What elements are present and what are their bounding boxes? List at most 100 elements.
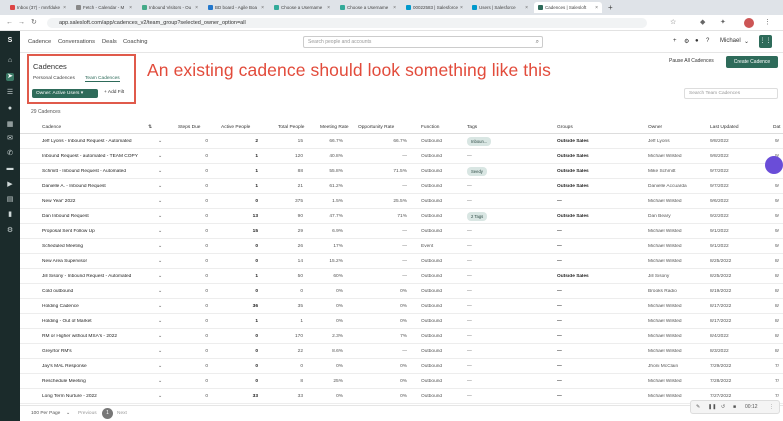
nav-conversations[interactable]: Conversations — [58, 39, 95, 45]
settings-icon[interactable]: ⚙ — [6, 227, 14, 235]
salesloft-logo-icon[interactable]: S — [6, 37, 14, 45]
global-search-input[interactable]: Search people and accounts ⌕ — [303, 36, 543, 48]
list-icon[interactable]: ☰ — [6, 89, 14, 97]
col-owner[interactable]: Owner — [648, 125, 662, 130]
nav-deals[interactable]: Deals — [102, 39, 117, 45]
col-last-updated[interactable]: Last Updated — [710, 125, 739, 130]
col-tags[interactable]: Tags — [467, 125, 477, 130]
col-groups[interactable]: Groups — [557, 125, 573, 130]
table-row[interactable]: Reschedule Meeting 0 0 8 25% 0% Outbound — Micha… — [20, 375, 783, 389]
table-row[interactable]: Inbound Request - automated - TEAM COPY 0… — [20, 150, 783, 164]
url-field[interactable]: app.salesloft.com/app/cadences_v2/team_g… — [47, 18, 647, 28]
row-chevron-down-icon[interactable]: ⌄ — [158, 169, 162, 174]
profile-avatar[interactable] — [744, 18, 754, 28]
create-cadence-button[interactable]: Create Cadence — [726, 56, 778, 68]
pause-all-cadences-button[interactable]: Pause All Cadences — [669, 58, 714, 64]
menu-icon[interactable]: ⋮ — [764, 19, 771, 27]
email-icon[interactable]: ✉ — [6, 135, 14, 143]
row-chevron-down-icon[interactable]: ⌄ — [158, 364, 162, 369]
row-chevron-down-icon[interactable]: ⌄ — [158, 184, 162, 189]
restart-icon[interactable]: ↺ — [721, 401, 725, 413]
table-row[interactable]: Cold outbound 0 0 0 0% 0% Outbound — Brooks Radi… — [20, 285, 783, 299]
cell-name[interactable]: New Year' 2022 — [42, 199, 147, 204]
row-chevron-down-icon[interactable]: ⌄ — [158, 214, 162, 219]
close-icon[interactable]: × — [129, 5, 132, 11]
close-icon[interactable]: × — [63, 5, 66, 11]
cadence-icon[interactable]: ➤ — [6, 73, 14, 81]
row-chevron-down-icon[interactable]: ⌄ — [158, 289, 162, 294]
col-active-people[interactable]: Active People — [221, 125, 250, 130]
cell-name[interactable]: Dan Inbound Request — [42, 214, 147, 219]
per-page-select[interactable]: 100 Per Page — [31, 411, 60, 416]
row-chevron-down-icon[interactable]: ⌄ — [158, 319, 162, 324]
table-row[interactable]: Jill Sisony - Inbound Request - Automate… — [20, 270, 783, 284]
app-grid-icon[interactable]: ⋮⋮ — [759, 35, 772, 48]
cell-name[interactable]: Cold outbound — [42, 289, 147, 294]
back-icon[interactable]: ← — [6, 19, 13, 27]
close-icon[interactable]: × — [327, 5, 330, 11]
pencil-icon[interactable]: ✎ — [696, 401, 700, 413]
row-chevron-down-icon[interactable]: ⌄ — [158, 139, 162, 144]
browser-tab[interactable]: Choose a Username × — [270, 2, 334, 13]
cell-name[interactable]: Schmitt - Inbound Request - Automated — [42, 169, 147, 174]
close-icon[interactable]: × — [195, 5, 198, 11]
row-chevron-down-icon[interactable]: ⌄ — [158, 394, 162, 399]
row-chevron-down-icon[interactable]: ⌄ — [158, 229, 162, 234]
puzzle-icon[interactable]: ✦ — [720, 19, 726, 27]
tag-pill[interactable]: Inboun... — [467, 137, 492, 146]
new-tab-button[interactable]: + — [604, 2, 614, 13]
row-chevron-down-icon[interactable]: ⌄ — [158, 154, 162, 159]
search-team-cadences-input[interactable]: Search Team Cadences — [684, 88, 778, 99]
page-1-button[interactable]: 1 — [102, 408, 113, 419]
browser-tab-active[interactable]: Cadences | Salesloft × — [534, 2, 602, 13]
cell-name[interactable]: Danielle A. - Inbound Request — [42, 184, 147, 189]
accounts-icon[interactable]: ▦ — [6, 121, 14, 129]
cell-name[interactable]: New Area Supervisor — [42, 259, 147, 264]
tag-pill[interactable]: Seedy — [467, 167, 487, 176]
cell-name[interactable]: Jeff Lyons - Inbound Request - Automated — [42, 139, 147, 144]
people-icon[interactable]: ● — [6, 105, 14, 113]
cell-name[interactable]: Scheduled Meeting — [42, 244, 147, 249]
browser-tab[interactable]: 00022583 | Salesforce × — [402, 2, 466, 13]
pause-icon[interactable]: ❚❚ — [708, 401, 716, 413]
nav-cadence[interactable]: Cadence — [28, 39, 51, 45]
cell-name[interactable]: Jay's MAL Response — [42, 364, 147, 369]
col-function[interactable]: Function — [421, 125, 439, 130]
cell-name[interactable]: RM or Higher without MSA's - 2022 — [42, 334, 147, 339]
cell-name[interactable]: Inbound Request - automated - TEAM COPY — [42, 154, 147, 159]
gear-icon[interactable]: ⚙ — [684, 38, 689, 45]
phone-icon[interactable]: ✆ — [6, 150, 14, 158]
table-row[interactable]: Holding Cadence 0 36 35 0% 0% Outbound — Michael… — [20, 300, 783, 314]
cell-name[interactable]: Jill Sisony - Inbound Request - Automate… — [42, 274, 147, 279]
cell-name[interactable]: Holding Cadence — [42, 304, 147, 309]
table-row[interactable]: Greyrtor RM's 0 0 22 8.6% — Outbound — Michael W… — [20, 345, 783, 359]
add-icon[interactable]: + — [673, 38, 677, 44]
col-steps-due[interactable]: Steps Due — [178, 125, 200, 130]
row-chevron-down-icon[interactable]: ⌄ — [158, 349, 162, 354]
row-chevron-down-icon[interactable]: ⌄ — [158, 199, 162, 204]
cell-name[interactable]: Greyrtor RM's — [42, 349, 147, 354]
close-icon[interactable]: × — [261, 5, 264, 11]
close-icon[interactable]: × — [525, 5, 528, 11]
home-icon[interactable]: ⌂ — [6, 57, 14, 65]
analytics-icon[interactable]: ▮ — [6, 211, 14, 219]
browser-tab[interactable]: Inbound Visitors - Ou × — [138, 2, 202, 13]
row-chevron-down-icon[interactable]: ⌄ — [158, 379, 162, 384]
chevron-down-icon[interactable]: ⌄ — [744, 38, 749, 45]
user-menu[interactable]: Michael — [720, 38, 741, 44]
col-cadence[interactable]: Cadence — [42, 125, 61, 130]
tag-pill[interactable]: 2 Tags — [467, 212, 488, 221]
row-chevron-down-icon[interactable]: ⌄ — [158, 334, 162, 339]
help-icon[interactable]: ? — [706, 38, 709, 44]
table-row[interactable]: Scheduled Meeting 0 0 26 17% — Event — Michael W… — [20, 240, 783, 254]
cell-name[interactable]: Holding - Out of Market — [42, 319, 147, 324]
more-icon[interactable]: ⋮ — [769, 401, 774, 413]
bell-icon[interactable]: ● — [695, 38, 699, 44]
browser-tab[interactable]: Users | Salesforce × — [468, 2, 532, 13]
table-row[interactable]: Danielle A. - Inbound Request 0 1 21 61.2% — O… — [20, 180, 783, 194]
row-chevron-down-icon[interactable]: ⌄ — [158, 304, 162, 309]
nav-coaching[interactable]: Coaching — [123, 39, 148, 45]
col-opportunity-rate[interactable]: Opportunity Rate — [358, 125, 394, 130]
forward-icon[interactable]: → — [18, 19, 25, 27]
table-row[interactable]: Holding - Out of Market 0 1 1 0% 0% Outbound — M… — [20, 315, 783, 329]
